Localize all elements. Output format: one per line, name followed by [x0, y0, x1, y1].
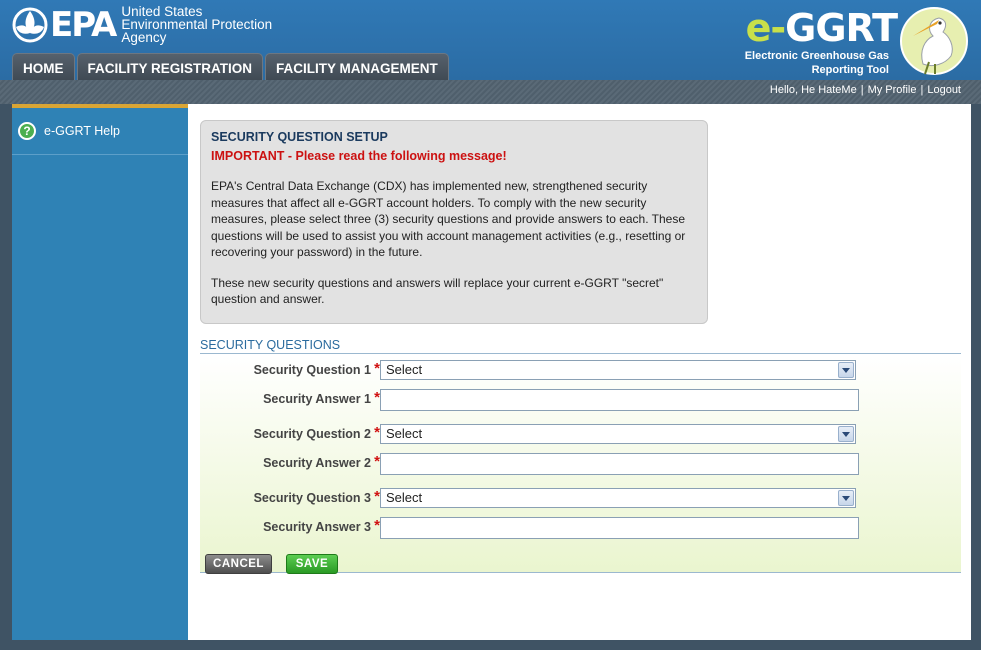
answer-3-label: Security Answer 3 *: [263, 517, 380, 534]
form-row: Security Answer 1 *: [200, 389, 961, 411]
question-3-select[interactable]: Select: [380, 488, 856, 508]
question-2-select[interactable]: Select: [380, 424, 856, 444]
my-profile-link[interactable]: My Profile: [868, 84, 917, 96]
user-greeting: Hello, He HateMe: [769, 84, 857, 96]
link-separator: |: [920, 84, 924, 96]
user-links: Hello, He HateMe | My Profile | Logout: [770, 84, 961, 96]
app-subtitle-line: Electronic Greenhouse Gas: [744, 50, 889, 62]
app-name-main: GGRT: [785, 6, 898, 50]
question-1-select[interactable]: Select: [380, 360, 856, 380]
question-1-label: Security Question 1 *: [253, 360, 380, 377]
select-value: Select: [386, 426, 423, 441]
link-separator: |: [860, 84, 864, 96]
main-nav: HOME FACILITY REGISTRATION FACILITY MANA…: [12, 53, 449, 82]
answer-1-label: Security Answer 1 *: [263, 389, 380, 406]
tab-facility-registration[interactable]: FACILITY REGISTRATION: [76, 53, 264, 82]
message-paragraph: These new security questions and answers…: [211, 275, 664, 307]
chevron-down-icon[interactable]: [838, 362, 854, 378]
form-row: Security Answer 3 *: [200, 517, 961, 539]
question-2-label: Security Question 2 *: [253, 424, 380, 441]
app-subtitle-line: Reporting Tool: [811, 64, 889, 76]
security-questions-form: Security Question 1 * Select Security Ans…: [200, 356, 961, 573]
form-row: Security Question 2 * Select: [200, 424, 961, 446]
question-circle-icon: ?: [18, 122, 36, 140]
message-title: SECURITY QUESTION SETUP: [211, 130, 388, 144]
tab-home[interactable]: HOME: [12, 53, 75, 82]
sidebar: ? e-GGRT Help: [12, 104, 188, 640]
message-paragraph: EPA's Central Data Exchange (CDX) has im…: [211, 179, 686, 259]
tab-facility-management[interactable]: FACILITY MANAGEMENT: [265, 53, 449, 82]
answer-2-label: Security Answer 2 *: [263, 453, 380, 470]
app-name-prefix: e-: [745, 6, 787, 50]
epa-flower-icon: [12, 7, 48, 42]
user-bar: Hello, He HateMe | My Profile | Logout: [0, 80, 981, 104]
select-value: Select: [386, 362, 423, 377]
section-title: SECURITY QUESTIONS: [200, 338, 961, 354]
app-subtitle: Electronic Greenhouse Gas Reporting Tool: [745, 49, 889, 77]
epa-logo[interactable]: EPA United States Environmental Protecti…: [12, 5, 272, 44]
question-3-label: Security Question 3 *: [253, 488, 380, 505]
chevron-down-icon[interactable]: [838, 426, 854, 442]
answer-3-input[interactable]: [380, 517, 859, 539]
eggrt-logo: e-GGRT Electronic Greenhouse Gas Reporti…: [739, 4, 969, 78]
app-name: e-GGRT: [745, 6, 898, 50]
logout-link[interactable]: Logout: [927, 84, 961, 96]
cancel-button[interactable]: CANCEL: [205, 554, 272, 574]
security-message-box: SECURITY QUESTION SETUP IMPORTANT - Plea…: [200, 120, 708, 324]
important-notice: IMPORTANT - Please read the following me…: [211, 148, 507, 163]
save-button[interactable]: SAVE: [286, 554, 338, 574]
agency-line: Agency: [121, 30, 167, 45]
form-row: Security Question 3 * Select: [200, 488, 961, 510]
answer-1-input[interactable]: [380, 389, 859, 411]
sidebar-item-help[interactable]: ? e-GGRT Help: [12, 108, 188, 155]
egret-logo-icon: [900, 7, 968, 75]
answer-2-input[interactable]: [380, 453, 859, 475]
sidebar-item-label: e-GGRT Help: [44, 124, 120, 138]
main-content: SECURITY QUESTION SETUP IMPORTANT - Plea…: [188, 104, 971, 640]
chevron-down-icon[interactable]: [838, 490, 854, 506]
select-value: Select: [386, 490, 423, 505]
form-row: Security Question 1 * Select: [200, 360, 961, 382]
agency-name: United States Environmental Protection A…: [121, 5, 272, 45]
epa-wordmark: EPA: [50, 4, 117, 45]
site-header: EPA United States Environmental Protecti…: [0, 0, 981, 82]
form-row: Security Answer 2 *: [200, 453, 961, 475]
